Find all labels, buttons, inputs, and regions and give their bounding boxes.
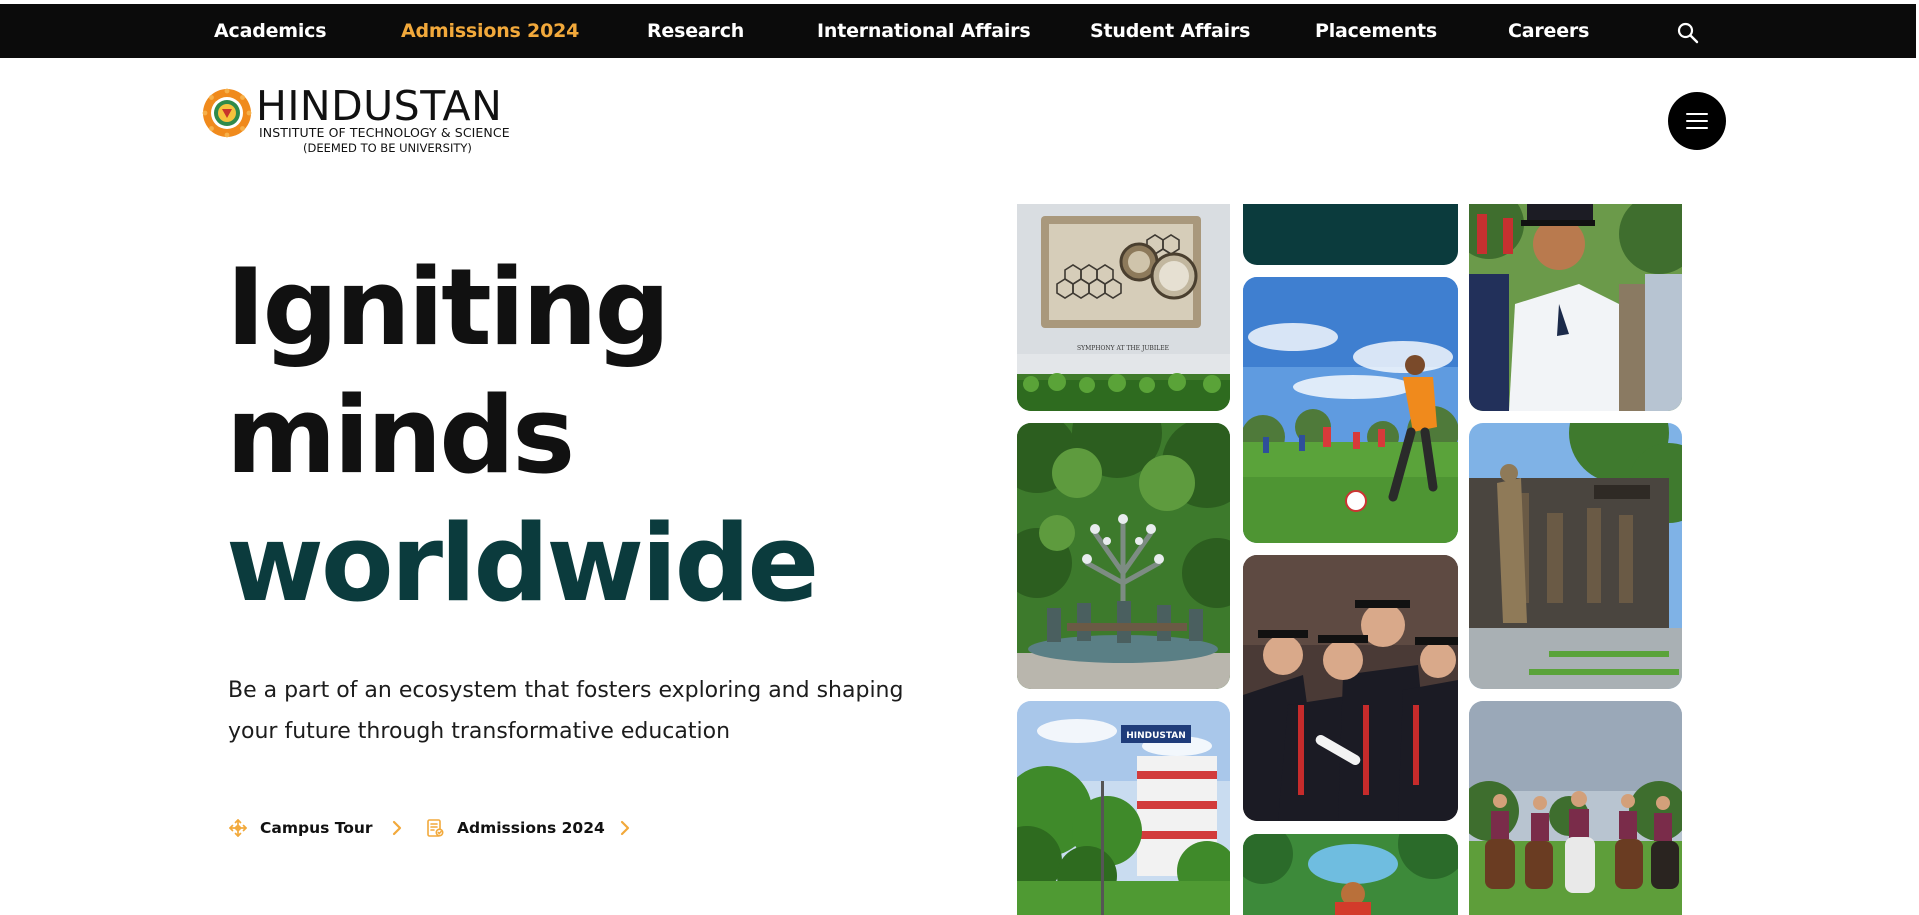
sculpture-caption-text: SYMPHONY AT THE JUBILEE — [1077, 345, 1169, 352]
search-icon[interactable] — [1675, 20, 1701, 46]
campus-tour-chevron-icon[interactable] — [388, 818, 406, 838]
gallery-image-statue-wall[interactable] — [1469, 423, 1682, 689]
document-icon — [425, 818, 445, 838]
move-icon — [228, 818, 248, 838]
admissions-chevron-icon[interactable] — [616, 818, 634, 838]
gallery-image-graduates[interactable] — [1243, 555, 1458, 821]
gallery-image-cadet[interactable] — [1469, 204, 1682, 411]
menu-button[interactable] — [1668, 92, 1726, 150]
logo-deemed-text: (DEEMED TO BE UNIVERSITY) — [303, 141, 472, 155]
hero-description: Be a part of an ecosystem that fosters e… — [228, 678, 904, 744]
hamburger-icon-bar — [1686, 120, 1708, 122]
nav-item-research[interactable]: Research — [647, 4, 744, 58]
gallery-image-football[interactable] — [1243, 277, 1458, 543]
building-sign-text: HINDUSTAN — [1126, 731, 1186, 741]
gallery-image-dancer[interactable] — [1243, 834, 1458, 915]
nav-item-student-affairs[interactable]: Student Affairs — [1090, 4, 1250, 58]
hero-heading-line3: worldwide — [226, 502, 819, 625]
gallery-image-horse-riders[interactable] — [1469, 701, 1682, 915]
hamburger-icon-bar — [1686, 127, 1708, 129]
logo-emblem-icon — [202, 88, 252, 138]
gallery-image-tree-sculpture[interactable] — [1017, 423, 1230, 689]
site-logo[interactable]: HINDUSTAN INSTITUTE OF TECHNOLOGY & SCIE… — [202, 84, 522, 156]
hero-heading-line2: minds — [226, 374, 575, 497]
admissions-label: Admissions 2024 — [457, 819, 605, 837]
hero-heading-line1: Igniting — [226, 246, 670, 369]
logo-subtitle: INSTITUTE OF TECHNOLOGY & SCIENCE — [259, 125, 510, 140]
nav-item-academics[interactable]: Academics — [214, 4, 327, 58]
campus-tour-link[interactable]: Campus Tour — [228, 814, 373, 842]
gallery-teal-block — [1243, 204, 1458, 265]
gallery-image-sculpture-wall[interactable]: SYMPHONY AT THE JUBILEE — [1017, 204, 1230, 411]
nav-item-placements[interactable]: Placements — [1315, 4, 1437, 58]
nav-item-careers[interactable]: Careers — [1508, 4, 1589, 58]
campus-tour-label: Campus Tour — [260, 819, 373, 837]
admissions-link[interactable]: Admissions 2024 — [425, 814, 605, 842]
hamburger-icon — [1686, 113, 1708, 115]
logo-title: HINDUSTAN — [256, 82, 503, 130]
top-nav-bar: Academics Admissions 2024 Research Inter… — [0, 4, 1916, 58]
nav-item-international-affairs[interactable]: International Affairs — [817, 4, 1031, 58]
nav-item-admissions[interactable]: Admissions 2024 — [401, 4, 579, 58]
gallery-image-campus-building[interactable]: HINDUSTAN — [1017, 701, 1230, 915]
